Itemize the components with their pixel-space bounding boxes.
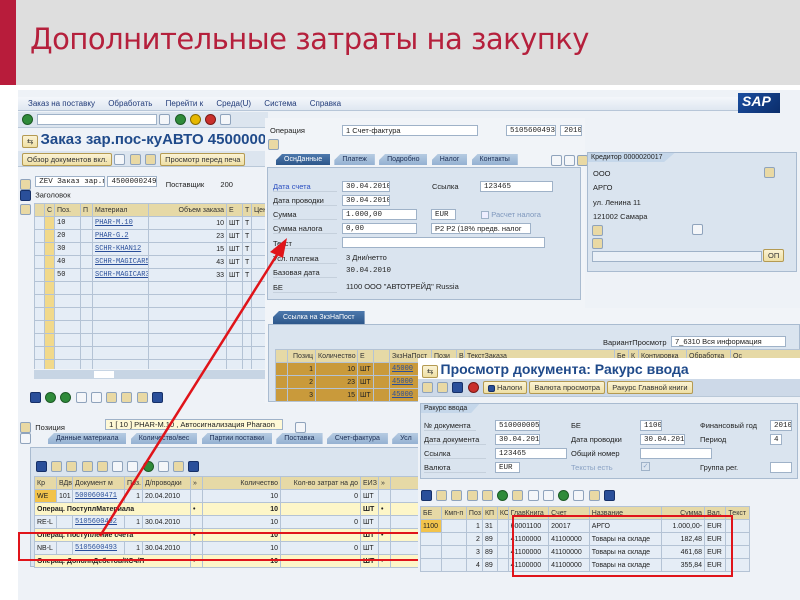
red-arrow-annotation bbox=[98, 238, 287, 537]
arrow-line bbox=[98, 249, 282, 537]
arrow-head-icon bbox=[270, 238, 287, 258]
